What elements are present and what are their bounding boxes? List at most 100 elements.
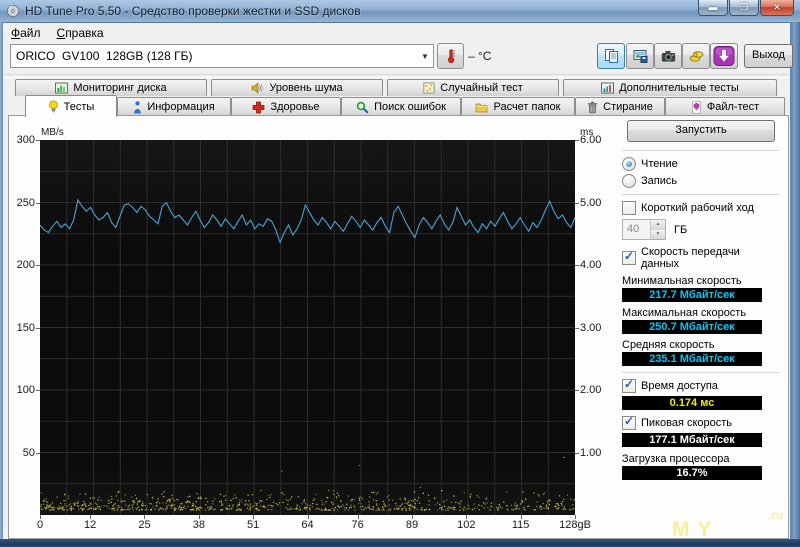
bulb-icon xyxy=(48,99,59,114)
y-tick-mark xyxy=(575,202,579,204)
app-disk-icon xyxy=(6,4,20,18)
x-axis-tick-label: 51 xyxy=(247,519,260,531)
short-stroke-row[interactable]: Короткий рабочий ход xyxy=(622,201,780,215)
tab-erase[interactable]: Стирание xyxy=(575,97,665,117)
transfer-rate-row[interactable]: Скорость передачи данных xyxy=(622,246,780,270)
y-tick-mark xyxy=(36,140,40,141)
access-time-row[interactable]: Время доступа xyxy=(622,377,780,393)
tab-random-test[interactable]: Случайный тест xyxy=(387,79,559,96)
thermometer-icon xyxy=(444,48,458,64)
max-speed-label: Максимальная скорость xyxy=(622,307,747,319)
window-title: HD Tune Pro 5.50 - Средство проверки жес… xyxy=(25,4,361,18)
read-radio-label: Чтение xyxy=(641,158,678,170)
close-button[interactable]: ✕ xyxy=(760,0,794,16)
tab-noise-level[interactable]: Уровень шума xyxy=(211,79,383,96)
x-axis-tick-label: 38 xyxy=(192,519,205,531)
separator xyxy=(622,150,780,151)
write-radio-row[interactable]: Запись xyxy=(622,174,780,188)
start-button[interactable]: Запустить xyxy=(627,120,775,142)
screenshot-button[interactable] xyxy=(654,43,682,69)
size-spinner-value: 40 xyxy=(627,223,640,235)
menu-help[interactable]: Справка xyxy=(49,24,112,42)
tab-label: Уровень шума xyxy=(269,82,343,94)
tab-information[interactable]: Информация xyxy=(117,97,231,117)
min-speed-value: 217.7 Мбайт/сек xyxy=(622,288,762,302)
tab-label: Файл-тест xyxy=(706,101,760,113)
max-speed-value: 250.7 Мбайт/сек xyxy=(622,320,762,334)
x-tick-mark xyxy=(307,515,309,519)
burst-rate-value: 177.1 Мбайт/сек xyxy=(622,433,762,447)
temperature-button[interactable] xyxy=(437,43,464,69)
transfer-rate-checkbox[interactable] xyxy=(622,249,636,265)
svg-text:$: $ xyxy=(695,52,698,58)
window-frame-right xyxy=(790,22,800,540)
short-stroke-size-row: 40 ▲ ▼ ГБ xyxy=(622,219,780,240)
short-stroke-label: Короткий рабочий ход xyxy=(641,202,754,214)
save-image-icon xyxy=(633,49,648,64)
minimize-button[interactable]: ▬ xyxy=(698,0,728,16)
write-radio-label: Запись xyxy=(641,175,678,187)
x-axis-tick-label: 128gB xyxy=(559,519,591,531)
download-button[interactable] xyxy=(710,43,738,69)
drive-selector[interactable]: ORICO GV100 128GB (128 ГБ) ▼ xyxy=(10,44,434,68)
x-tick-mark xyxy=(40,515,41,519)
avg-speed-value: 235.1 Мбайт/сек xyxy=(622,352,762,366)
health-cross-icon xyxy=(252,101,265,114)
x-axis-tick-label: 89 xyxy=(405,519,419,531)
min-speed-label: Минимальная скорость xyxy=(622,275,742,287)
purple-bulb-icon xyxy=(691,100,702,114)
menu-file[interactable]: Файл xyxy=(3,24,49,42)
read-radio-row[interactable]: Чтение xyxy=(622,157,780,171)
y-left-tick-label: 150 xyxy=(16,321,35,334)
x-tick-mark xyxy=(90,515,92,519)
secondary-tab-row: Мониторинг диска Уровень шума Случайный … xyxy=(15,79,777,96)
x-axis-tick-label: 115 xyxy=(511,519,530,531)
tab-label: Тесты xyxy=(63,100,95,113)
tab-error-scan[interactable]: Поиск ошибок xyxy=(341,97,461,117)
y-left-unit-label: MB/s xyxy=(41,127,64,138)
window-frame-left xyxy=(0,22,3,540)
y-tick-mark xyxy=(36,202,40,204)
y-right-tick-label: 2.00 xyxy=(580,384,602,396)
trash-icon xyxy=(587,101,598,114)
exit-button[interactable]: Выход xyxy=(744,44,793,68)
read-radio[interactable] xyxy=(622,157,636,171)
size-spinner[interactable]: 40 ▲ ▼ xyxy=(622,219,666,240)
separator xyxy=(622,372,780,373)
separator xyxy=(622,194,780,195)
tab-health[interactable]: Здоровье xyxy=(231,97,341,117)
speaker-icon xyxy=(251,82,264,94)
save-image-button[interactable] xyxy=(626,43,654,69)
burst-rate-checkbox[interactable] xyxy=(622,414,636,430)
maximize-button[interactable]: ❐ xyxy=(729,0,759,16)
spinner-down-icon[interactable]: ▼ xyxy=(651,229,665,239)
donate-button[interactable]: $ xyxy=(682,43,710,69)
x-axis-tick-label: 0 xyxy=(36,519,44,531)
short-stroke-checkbox[interactable] xyxy=(622,201,636,215)
avg-speed-label: Средняя скорость xyxy=(622,339,715,351)
tab-folder-usage[interactable]: Расчет папок xyxy=(461,97,575,117)
burst-rate-row[interactable]: Пиковая скорость xyxy=(622,414,780,430)
tab-disk-monitor[interactable]: Мониторинг диска xyxy=(15,79,207,96)
chevron-down-icon: ▼ xyxy=(421,51,429,61)
spinner-up-icon[interactable]: ▲ xyxy=(651,220,665,230)
tab-extra-tests[interactable]: Дополнительные тесты xyxy=(563,79,777,96)
y-right-tick-label: 5.00 xyxy=(580,196,602,209)
tab-label: Мониторинг диска xyxy=(73,82,167,94)
tab-file-benchmark[interactable]: Файл-тест xyxy=(665,97,785,117)
tab-label: Дополнительные тесты xyxy=(619,82,739,94)
toolbar-separator xyxy=(3,74,790,78)
tab-label: Информация xyxy=(147,101,215,113)
tab-label: Поиск ошибок xyxy=(374,101,446,113)
x-axis-tick-label: 76 xyxy=(351,519,364,531)
y-left-tick-label: 300 xyxy=(16,134,35,146)
copy-icon xyxy=(604,48,619,64)
x-tick-mark xyxy=(466,515,468,519)
tab-tests[interactable]: Тесты xyxy=(25,95,117,117)
write-radio[interactable] xyxy=(622,174,636,188)
access-time-checkbox[interactable] xyxy=(622,377,636,393)
drive-selector-value: ORICO GV100 128GB (128 ГБ) xyxy=(16,49,193,63)
access-time-label: Время доступа xyxy=(641,380,718,392)
copy-button[interactable] xyxy=(597,43,625,69)
x-tick-mark xyxy=(520,515,522,519)
